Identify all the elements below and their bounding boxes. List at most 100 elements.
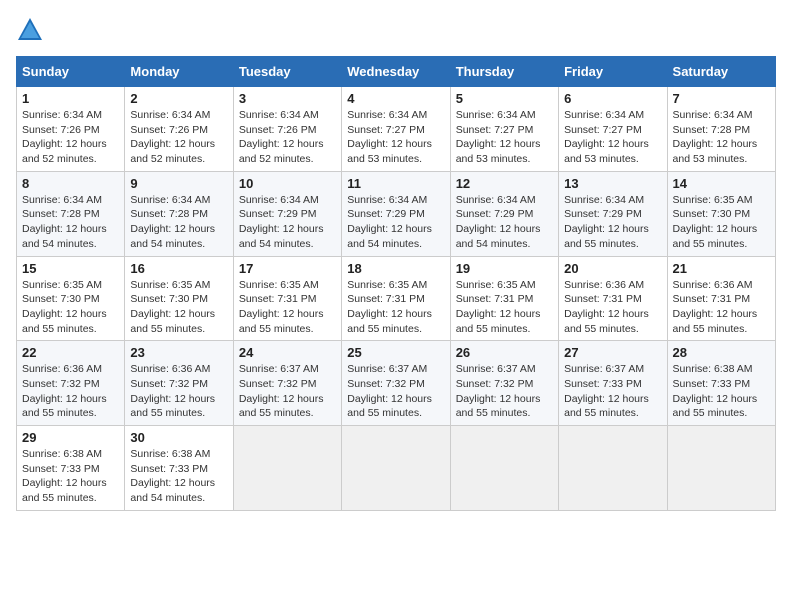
day-number: 24 (239, 345, 336, 360)
day-number: 29 (22, 430, 119, 445)
calendar-cell: 5 Sunrise: 6:34 AM Sunset: 7:27 PM Daylig… (450, 87, 558, 172)
day-detail: Sunrise: 6:34 AM Sunset: 7:26 PM Dayligh… (22, 108, 119, 167)
day-number: 6 (564, 91, 661, 106)
day-detail: Sunrise: 6:34 AM Sunset: 7:29 PM Dayligh… (456, 193, 553, 252)
day-number: 21 (673, 261, 770, 276)
day-detail: Sunrise: 6:34 AM Sunset: 7:29 PM Dayligh… (564, 193, 661, 252)
calendar-week-1: 1 Sunrise: 6:34 AM Sunset: 7:26 PM Daylig… (17, 87, 776, 172)
day-detail: Sunrise: 6:34 AM Sunset: 7:29 PM Dayligh… (239, 193, 336, 252)
day-number: 25 (347, 345, 444, 360)
calendar-cell: 2Sunrise: 6:34 AM Sunset: 7:26 PM Daylig… (125, 87, 233, 172)
calendar-week-5: 29 Sunrise: 6:38 AM Sunset: 7:33 PM Dayli… (17, 426, 776, 511)
calendar-cell (450, 426, 558, 511)
day-detail: Sunrise: 6:38 AM Sunset: 7:33 PM Dayligh… (130, 447, 227, 506)
day-number: 18 (347, 261, 444, 276)
calendar-cell: 10 Sunrise: 6:34 AM Sunset: 7:29 PM Dayli… (233, 171, 341, 256)
weekday-header-thursday: Thursday (450, 57, 558, 87)
calendar-week-2: 8 Sunrise: 6:34 AM Sunset: 7:28 PM Daylig… (17, 171, 776, 256)
day-number: 28 (673, 345, 770, 360)
calendar-cell: 22 Sunrise: 6:36 AM Sunset: 7:32 PM Dayli… (17, 341, 125, 426)
weekday-header-friday: Friday (559, 57, 667, 87)
calendar-cell: 13 Sunrise: 6:34 AM Sunset: 7:29 PM Dayli… (559, 171, 667, 256)
weekday-header-tuesday: Tuesday (233, 57, 341, 87)
day-number: 12 (456, 176, 553, 191)
day-number: 3 (239, 91, 336, 106)
calendar-cell: 3 Sunrise: 6:34 AM Sunset: 7:26 PM Daylig… (233, 87, 341, 172)
day-detail: Sunrise: 6:37 AM Sunset: 7:33 PM Dayligh… (564, 362, 661, 421)
calendar-week-4: 22 Sunrise: 6:36 AM Sunset: 7:32 PM Dayli… (17, 341, 776, 426)
calendar-cell: 18 Sunrise: 6:35 AM Sunset: 7:31 PM Dayli… (342, 256, 450, 341)
logo-icon (16, 16, 44, 44)
calendar-cell (342, 426, 450, 511)
day-detail: Sunrise: 6:35 AM Sunset: 7:30 PM Dayligh… (130, 278, 227, 337)
day-number: 16 (130, 261, 227, 276)
weekday-header-sunday: Sunday (17, 57, 125, 87)
calendar-cell: 1 Sunrise: 6:34 AM Sunset: 7:26 PM Daylig… (17, 87, 125, 172)
weekday-header-wednesday: Wednesday (342, 57, 450, 87)
day-detail: Sunrise: 6:34 AM Sunset: 7:27 PM Dayligh… (456, 108, 553, 167)
day-detail: Sunrise: 6:34 AM Sunset: 7:28 PM Dayligh… (130, 193, 227, 252)
logo (16, 16, 48, 44)
weekday-header-monday: Monday (125, 57, 233, 87)
calendar-cell: 21Sunrise: 6:36 AM Sunset: 7:31 PM Dayli… (667, 256, 775, 341)
day-detail: Sunrise: 6:37 AM Sunset: 7:32 PM Dayligh… (347, 362, 444, 421)
day-number: 27 (564, 345, 661, 360)
day-number: 1 (22, 91, 119, 106)
calendar-cell: 24Sunrise: 6:37 AM Sunset: 7:32 PM Dayli… (233, 341, 341, 426)
calendar-cell (233, 426, 341, 511)
calendar-cell (667, 426, 775, 511)
day-number: 4 (347, 91, 444, 106)
day-detail: Sunrise: 6:35 AM Sunset: 7:31 PM Dayligh… (239, 278, 336, 337)
calendar-cell: 27 Sunrise: 6:37 AM Sunset: 7:33 PM Dayli… (559, 341, 667, 426)
day-number: 22 (22, 345, 119, 360)
day-detail: Sunrise: 6:34 AM Sunset: 7:27 PM Dayligh… (347, 108, 444, 167)
day-detail: Sunrise: 6:34 AM Sunset: 7:29 PM Dayligh… (347, 193, 444, 252)
calendar-cell: 26 Sunrise: 6:37 AM Sunset: 7:32 PM Dayli… (450, 341, 558, 426)
calendar-week-3: 15 Sunrise: 6:35 AM Sunset: 7:30 PM Dayli… (17, 256, 776, 341)
day-detail: Sunrise: 6:36 AM Sunset: 7:31 PM Dayligh… (564, 278, 661, 337)
calendar-cell: 19 Sunrise: 6:35 AM Sunset: 7:31 PM Dayli… (450, 256, 558, 341)
day-detail: Sunrise: 6:35 AM Sunset: 7:30 PM Dayligh… (673, 193, 770, 252)
calendar-cell: 16 Sunrise: 6:35 AM Sunset: 7:30 PM Dayli… (125, 256, 233, 341)
calendar-cell: 6 Sunrise: 6:34 AM Sunset: 7:27 PM Daylig… (559, 87, 667, 172)
day-detail: Sunrise: 6:35 AM Sunset: 7:31 PM Dayligh… (456, 278, 553, 337)
calendar-cell: 12 Sunrise: 6:34 AM Sunset: 7:29 PM Dayli… (450, 171, 558, 256)
calendar-cell: 29 Sunrise: 6:38 AM Sunset: 7:33 PM Dayli… (17, 426, 125, 511)
day-number: 10 (239, 176, 336, 191)
calendar-cell: 30Sunrise: 6:38 AM Sunset: 7:33 PM Dayli… (125, 426, 233, 511)
calendar-cell: 9 Sunrise: 6:34 AM Sunset: 7:28 PM Daylig… (125, 171, 233, 256)
calendar-cell: 8 Sunrise: 6:34 AM Sunset: 7:28 PM Daylig… (17, 171, 125, 256)
day-detail: Sunrise: 6:35 AM Sunset: 7:30 PM Dayligh… (22, 278, 119, 337)
calendar-cell (559, 426, 667, 511)
day-detail: Sunrise: 6:34 AM Sunset: 7:28 PM Dayligh… (22, 193, 119, 252)
day-number: 8 (22, 176, 119, 191)
day-number: 26 (456, 345, 553, 360)
calendar-cell: 4 Sunrise: 6:34 AM Sunset: 7:27 PM Daylig… (342, 87, 450, 172)
calendar-cell: 15 Sunrise: 6:35 AM Sunset: 7:30 PM Dayli… (17, 256, 125, 341)
day-detail: Sunrise: 6:35 AM Sunset: 7:31 PM Dayligh… (347, 278, 444, 337)
calendar-cell: 7Sunrise: 6:34 AM Sunset: 7:28 PM Daylig… (667, 87, 775, 172)
calendar-cell: 14 Sunrise: 6:35 AM Sunset: 7:30 PM Dayli… (667, 171, 775, 256)
day-number: 11 (347, 176, 444, 191)
day-detail: Sunrise: 6:38 AM Sunset: 7:33 PM Dayligh… (673, 362, 770, 421)
day-number: 19 (456, 261, 553, 276)
day-detail: Sunrise: 6:38 AM Sunset: 7:33 PM Dayligh… (22, 447, 119, 506)
calendar-cell: 28 Sunrise: 6:38 AM Sunset: 7:33 PM Dayli… (667, 341, 775, 426)
day-number: 5 (456, 91, 553, 106)
calendar-cell: 17Sunrise: 6:35 AM Sunset: 7:31 PM Dayli… (233, 256, 341, 341)
day-number: 14 (673, 176, 770, 191)
calendar-cell: 20 Sunrise: 6:36 AM Sunset: 7:31 PM Dayli… (559, 256, 667, 341)
page-header (16, 16, 776, 44)
day-number: 9 (130, 176, 227, 191)
day-number: 15 (22, 261, 119, 276)
calendar-cell: 25 Sunrise: 6:37 AM Sunset: 7:32 PM Dayli… (342, 341, 450, 426)
day-detail: Sunrise: 6:37 AM Sunset: 7:32 PM Dayligh… (456, 362, 553, 421)
day-number: 20 (564, 261, 661, 276)
day-detail: Sunrise: 6:34 AM Sunset: 7:28 PM Dayligh… (673, 108, 770, 167)
day-detail: Sunrise: 6:34 AM Sunset: 7:27 PM Dayligh… (564, 108, 661, 167)
calendar-cell: 11 Sunrise: 6:34 AM Sunset: 7:29 PM Dayli… (342, 171, 450, 256)
day-number: 13 (564, 176, 661, 191)
day-detail: Sunrise: 6:36 AM Sunset: 7:32 PM Dayligh… (22, 362, 119, 421)
weekday-header-saturday: Saturday (667, 57, 775, 87)
day-detail: Sunrise: 6:34 AM Sunset: 7:26 PM Dayligh… (239, 108, 336, 167)
